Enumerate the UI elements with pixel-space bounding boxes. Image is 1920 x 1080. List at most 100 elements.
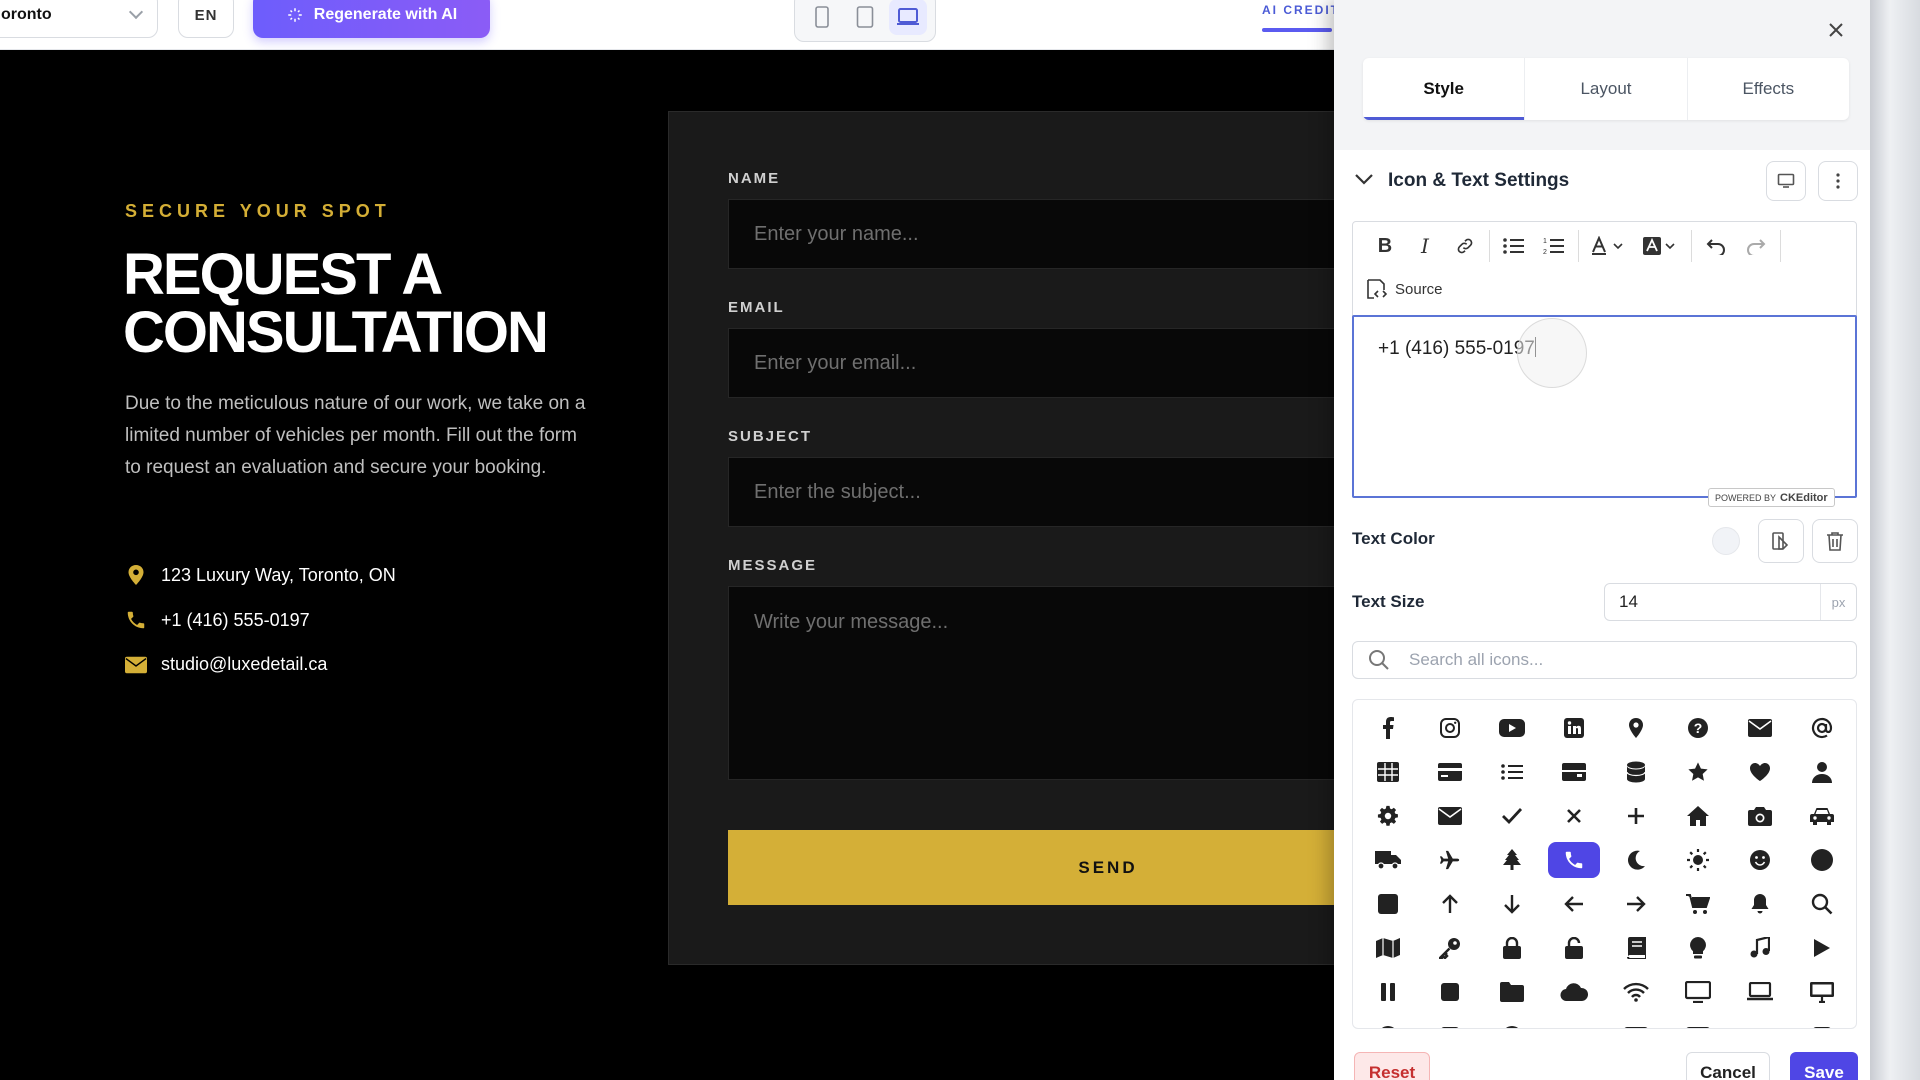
chart-icon[interactable] [1734, 1018, 1786, 1028]
question-circle-icon[interactable]: ? [1672, 710, 1724, 746]
subject-input[interactable]: Enter the subject... [728, 457, 1334, 527]
font-color-icon[interactable] [1583, 226, 1633, 266]
font-background-color-icon[interactable] [1633, 226, 1687, 266]
sun-icon[interactable] [1672, 842, 1724, 878]
message-textarea[interactable]: Write your message... [728, 586, 1334, 780]
lock-icon[interactable] [1486, 930, 1538, 966]
instagram-icon[interactable] [1424, 710, 1476, 746]
language-button[interactable]: EN [178, 0, 234, 38]
responsive-toggle-button[interactable] [1766, 161, 1806, 201]
database-icon[interactable] [1610, 754, 1662, 790]
wifi-icon[interactable] [1610, 974, 1662, 1010]
device-desktop-button[interactable] [888, 0, 927, 35]
text-size-input[interactable]: 14 px [1604, 583, 1857, 621]
text-color-swatch[interactable] [1712, 527, 1740, 555]
music-note-icon[interactable] [1734, 930, 1786, 966]
bulleted-list-icon[interactable] [1494, 226, 1534, 266]
circle-icon[interactable] [1796, 842, 1848, 878]
tab-effects[interactable]: Effects [1688, 58, 1849, 120]
mail-icon[interactable] [1424, 798, 1476, 834]
arrow-left-icon[interactable] [1548, 886, 1600, 922]
collapse-chevron-icon[interactable] [1354, 172, 1374, 190]
stop-icon[interactable] [1424, 974, 1476, 1010]
reset-button[interactable]: Reset [1354, 1052, 1430, 1080]
folder-icon[interactable] [1486, 974, 1538, 1010]
email-input[interactable]: Enter your email... [728, 328, 1334, 398]
lightbulb-icon[interactable] [1672, 930, 1724, 966]
color-picker-button[interactable] [1758, 519, 1804, 563]
desktop-icon[interactable] [1796, 974, 1848, 1010]
name-input[interactable]: Enter your name... [728, 199, 1334, 269]
device-mobile-button[interactable] [803, 0, 841, 35]
book-icon[interactable] [1610, 930, 1662, 966]
tab-style[interactable]: Style [1363, 58, 1526, 120]
numbered-list-icon[interactable]: 12 [1534, 226, 1574, 266]
city-select[interactable]: oronto [0, 0, 158, 38]
link-icon[interactable] [1445, 226, 1485, 266]
at-sign-icon[interactable] [1796, 710, 1848, 746]
shopping-cart-icon[interactable] [1672, 886, 1724, 922]
globe-icon[interactable] [1362, 1018, 1414, 1028]
info-circle-icon[interactable] [1486, 1018, 1538, 1028]
phone-icon[interactable] [1548, 842, 1600, 878]
arrow-right-icon[interactable] [1610, 886, 1662, 922]
device-tablet-button[interactable] [846, 0, 884, 35]
pause-icon[interactable] [1362, 974, 1414, 1010]
calendar-icon[interactable] [1424, 1018, 1476, 1028]
more-options-button[interactable] [1818, 161, 1858, 201]
bell-icon[interactable] [1734, 886, 1786, 922]
youtube-icon[interactable] [1486, 710, 1538, 746]
check-icon[interactable] [1486, 798, 1538, 834]
car-icon[interactable] [1796, 798, 1848, 834]
truck-icon[interactable] [1362, 842, 1414, 878]
play-icon[interactable] [1796, 930, 1848, 966]
user-icon[interactable] [1796, 754, 1848, 790]
laptop-icon[interactable] [1734, 974, 1786, 1010]
icon-search-input[interactable]: Search all icons... [1352, 641, 1857, 679]
list-icon[interactable] [1486, 754, 1538, 790]
map-icon[interactable] [1362, 930, 1414, 966]
facebook-icon[interactable] [1362, 710, 1414, 746]
heart-icon[interactable] [1734, 754, 1786, 790]
magnifier-icon[interactable] [1796, 886, 1848, 922]
regenerate-ai-button[interactable]: Regenerate with AI [253, 0, 490, 38]
smile-icon[interactable] [1734, 842, 1786, 878]
source-button[interactable]: Source [1365, 278, 1443, 300]
send-button[interactable]: SEND [728, 830, 1334, 905]
bold-icon[interactable]: B [1365, 226, 1405, 266]
linkedin-icon[interactable] [1548, 710, 1600, 746]
tree-icon[interactable] [1486, 842, 1538, 878]
id-card-icon[interactable] [1610, 1018, 1662, 1028]
keyboard-icon[interactable] [1672, 1018, 1724, 1028]
close-panel-button[interactable] [1822, 16, 1850, 44]
airplane-icon[interactable] [1424, 842, 1476, 878]
table-icon[interactable] [1362, 754, 1414, 790]
redo-icon[interactable] [1736, 226, 1776, 266]
home-icon[interactable] [1672, 798, 1724, 834]
wallet-icon[interactable] [1548, 754, 1600, 790]
cancel-button[interactable]: Cancel [1686, 1052, 1770, 1080]
moon-icon[interactable] [1610, 842, 1662, 878]
undo-icon[interactable] [1696, 226, 1736, 266]
clear-color-button[interactable] [1812, 519, 1858, 563]
editor-content[interactable]: +1 (416) 555-0197 [1352, 315, 1857, 498]
credit-card-icon[interactable] [1424, 754, 1476, 790]
arrow-down-icon[interactable] [1486, 886, 1538, 922]
unlock-icon[interactable] [1548, 930, 1600, 966]
arrow-up-icon[interactable] [1424, 886, 1476, 922]
x-mark-icon[interactable] [1548, 798, 1600, 834]
graduation-cap-icon[interactable] [1548, 1018, 1600, 1028]
save-button[interactable]: Save [1790, 1052, 1858, 1080]
cloud-icon[interactable] [1548, 974, 1600, 1010]
camera-icon[interactable] [1734, 798, 1786, 834]
file-icon[interactable] [1796, 1018, 1848, 1028]
tab-layout[interactable]: Layout [1525, 58, 1688, 120]
gear-icon[interactable] [1362, 798, 1414, 834]
key-icon[interactable] [1424, 930, 1476, 966]
envelope-icon[interactable] [1734, 710, 1786, 746]
star-icon[interactable] [1672, 754, 1724, 790]
location-pin-icon[interactable] [1610, 710, 1662, 746]
tv-icon[interactable] [1672, 974, 1724, 1010]
italic-icon[interactable]: I [1405, 226, 1445, 266]
plus-icon[interactable] [1610, 798, 1662, 834]
